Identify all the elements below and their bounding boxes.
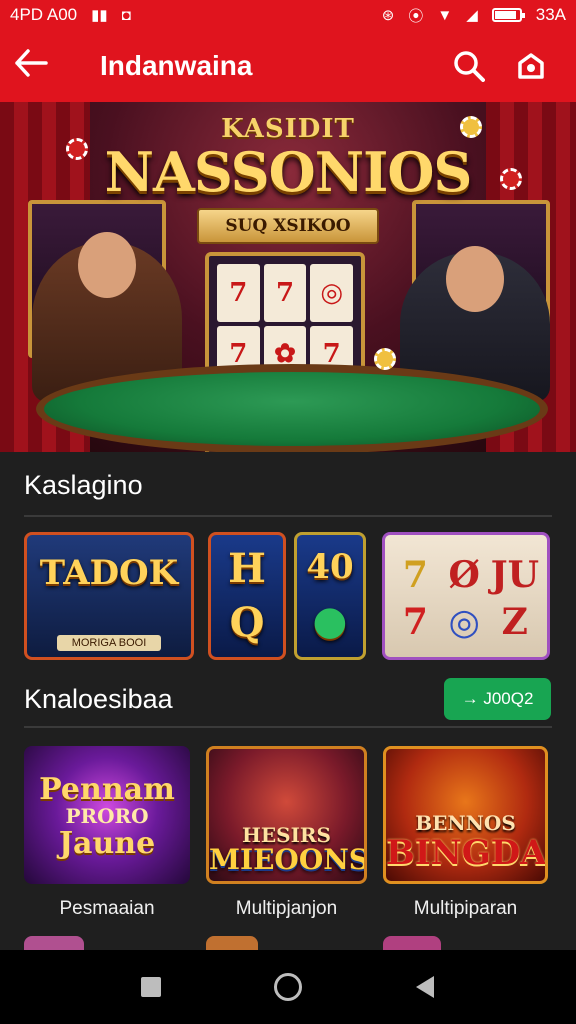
section-title-1: Kaslagino xyxy=(24,470,143,500)
status-time: 33A xyxy=(535,5,566,24)
status-left-text: 4PD A00 xyxy=(10,5,78,24)
section-title-2: Knaloesibaa xyxy=(24,684,173,714)
hero-sign: KASIDIT NASSONIOS SUQ XSIKOO xyxy=(95,114,481,244)
tile-caption: MORIGA BOOI xyxy=(57,635,161,651)
chip-icon xyxy=(374,348,396,370)
vibrate-icon: ⦿ xyxy=(408,7,424,25)
chip-icon xyxy=(66,138,88,160)
wifi-icon: ▼ xyxy=(437,6,453,24)
system-nav-bar xyxy=(0,950,576,1024)
game-tile-tadok[interactable]: TADOK MORIGA BOOI xyxy=(24,532,194,660)
share-icon[interactable] xyxy=(500,51,562,81)
mini-reels: 7 Ø JU 7 ◎ Z xyxy=(393,553,539,643)
back-nav-icon[interactable] xyxy=(390,950,460,1024)
game-caption-1: Pesmaaian xyxy=(59,898,155,919)
slot-reel: 7 xyxy=(263,264,307,322)
game-tile-slots[interactable]: 7 Ø JU 7 ◎ Z xyxy=(382,532,550,660)
reel-symbol: ◎ xyxy=(448,600,480,643)
chip-icon xyxy=(500,168,522,190)
game-art-text: Pennam xyxy=(39,772,175,807)
tile-title: TADOK xyxy=(39,553,179,593)
reel-symbol: Ø xyxy=(448,553,480,596)
battery-icon xyxy=(491,8,525,22)
player-head xyxy=(446,246,504,312)
status-bar: 4PD A00 ▮▮ ◘ ⊛ ⦿ ▼ ◢ 33A xyxy=(0,0,576,30)
game-art-text: PRORO xyxy=(65,804,149,828)
game-art-text: Jaune xyxy=(58,826,156,861)
signal-bars-icon: ▮▮ xyxy=(91,7,108,24)
nfc-icon: ⊛ xyxy=(381,7,395,24)
poker-table xyxy=(36,364,548,452)
game-card-2[interactable]: HESIRS MIEOONS xyxy=(206,746,367,884)
home-icon[interactable] xyxy=(253,950,323,1024)
hero-sign-main: NASSONIOS xyxy=(104,140,473,204)
hero-banner[interactable]: 7 7 ◎ 7 ✿ 7 ▲ ◉ ◎ KASIDIT NASSONIOS SUQ … xyxy=(0,102,576,452)
game-caption-3: Multipiparan xyxy=(413,898,518,919)
divider xyxy=(24,515,552,517)
tile-symbol-bottom: ● xyxy=(312,597,348,644)
reel-symbol: JU xyxy=(490,553,539,596)
reel-symbol: 7 xyxy=(402,553,428,596)
recents-icon[interactable] xyxy=(116,950,186,1024)
game-caption-2: Multipjanjon xyxy=(235,898,338,919)
game-art-text: BINGDAS xyxy=(386,833,547,873)
slot-reel: ◎ xyxy=(310,264,353,322)
back-arrow-icon[interactable] xyxy=(14,49,70,83)
game-card-1[interactable]: Pennam PRORO Jaune xyxy=(24,746,190,884)
reel-symbol: 7 xyxy=(402,600,428,643)
tile-symbol-top: 40 xyxy=(306,547,354,587)
tile-symbol-bottom: Q xyxy=(229,599,265,646)
slot-reel: 7 xyxy=(217,264,260,322)
app-title: Indanwaina xyxy=(100,50,253,81)
game-art-text: BENNOS xyxy=(415,811,516,835)
game-art-text: MIEOONS xyxy=(209,843,367,876)
game-tile-h[interactable]: H Q xyxy=(208,532,286,660)
divider xyxy=(24,726,552,728)
game-card-3[interactable]: BENNOS BINGDAS xyxy=(383,746,548,884)
see-all-button[interactable]: → J00Q2 xyxy=(444,678,551,720)
cell-signal-icon: ◢ xyxy=(466,7,478,24)
app-bar: Indanwaina xyxy=(0,30,576,102)
hero-ribbon: SUQ XSIKOO xyxy=(197,208,379,244)
see-all-label: → J00Q2 xyxy=(461,689,534,708)
tile-symbol-top: H xyxy=(228,545,266,592)
game-tile-40[interactable]: 40 ● xyxy=(294,532,366,660)
search-icon[interactable] xyxy=(438,50,500,82)
reel-symbol: Z xyxy=(501,600,528,643)
notification-icon: ◘ xyxy=(121,6,131,24)
